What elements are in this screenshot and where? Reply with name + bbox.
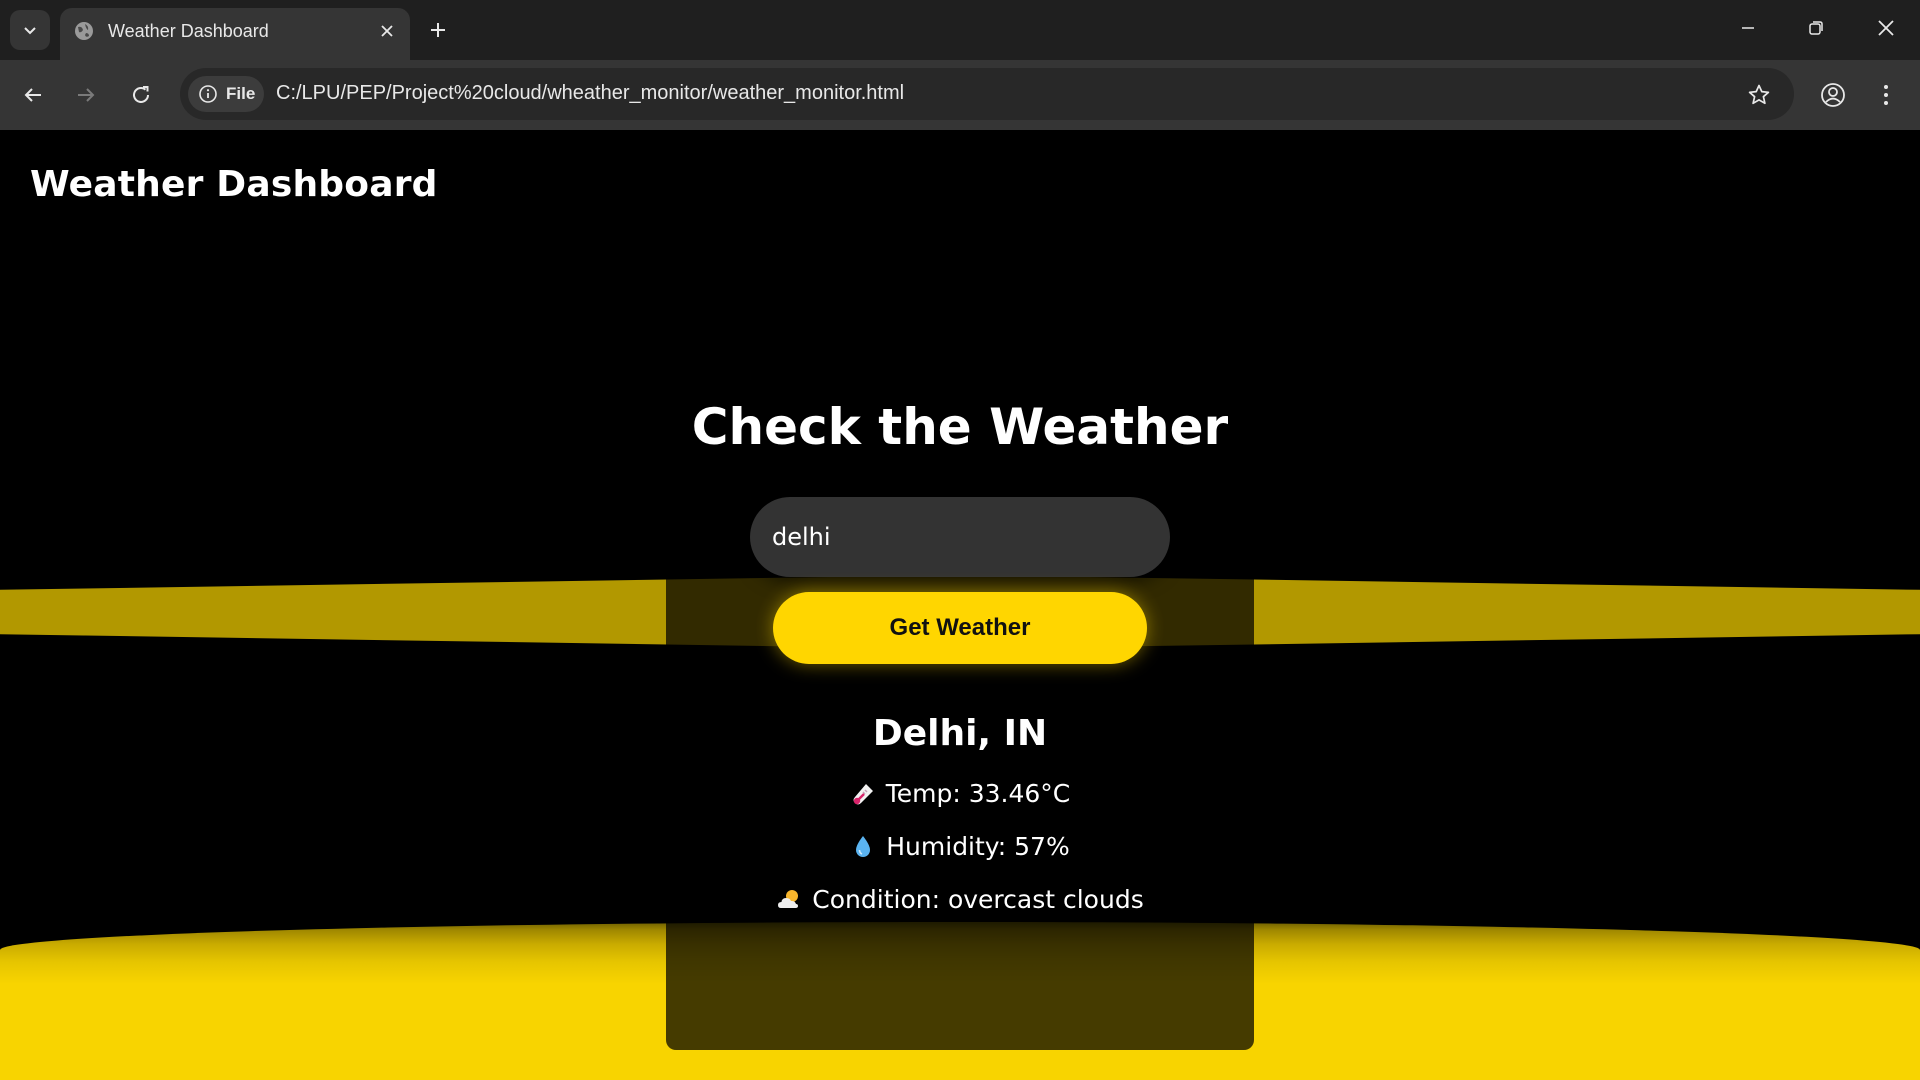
new-tab-button[interactable] <box>422 12 454 48</box>
get-weather-button[interactable]: Get Weather <box>773 592 1147 664</box>
restore-button[interactable] <box>1788 6 1844 50</box>
humidity-text: Humidity: 57% <box>886 832 1070 861</box>
page-heading: Check the Weather <box>691 398 1229 456</box>
site-chip-label: File <box>226 84 256 103</box>
condition-text: Condition: overcast clouds <box>812 885 1144 914</box>
address-bar[interactable]: File C:/LPU/PEP/Project%20cloud/wheather… <box>180 68 1794 120</box>
more-vertical-icon <box>1884 85 1888 105</box>
close-icon <box>381 25 393 37</box>
thermometer-icon <box>853 783 873 804</box>
browser-tab[interactable]: Weather Dashboard <box>60 8 410 60</box>
arrow-left-icon <box>24 88 41 102</box>
chevron-down-icon <box>24 27 36 35</box>
humidity-row: Humidity: 57% <box>0 832 1920 861</box>
browser-tab-bar: Weather Dashboard <box>0 0 1920 60</box>
city-search-input[interactable] <box>750 497 1170 577</box>
minimize-button[interactable] <box>1720 6 1776 50</box>
restore-icon <box>1809 21 1823 35</box>
url-text[interactable]: C:/LPU/PEP/Project%20cloud/wheather_moni… <box>276 82 904 105</box>
temperature-row: Temp: 33.46°C <box>0 779 1920 808</box>
minimize-icon <box>1742 27 1754 29</box>
profile-icon <box>1821 83 1845 107</box>
page-viewport: Weather Dashboard Check the Weather Get … <box>0 130 1920 1080</box>
close-icon <box>1878 20 1894 36</box>
plus-icon <box>431 23 445 37</box>
menu-button[interactable] <box>1868 77 1904 113</box>
globe-icon <box>75 22 93 40</box>
forward-button[interactable] <box>68 77 104 113</box>
cloud-sun-icon <box>778 889 799 908</box>
info-icon <box>199 85 217 103</box>
site-title: Weather Dashboard <box>30 164 438 205</box>
result-location: Delhi, IN <box>872 713 1048 754</box>
bookmark-button[interactable] <box>1744 80 1774 110</box>
close-window-button[interactable] <box>1858 6 1914 50</box>
site-info-chip[interactable]: File <box>188 76 264 112</box>
profile-button[interactable] <box>1815 77 1851 113</box>
temperature-text: Temp: 33.46°C <box>885 779 1071 808</box>
tab-title: Weather Dashboard <box>108 21 269 41</box>
reload-button[interactable] <box>123 77 159 113</box>
droplet-icon <box>856 835 871 857</box>
star-icon <box>1748 84 1770 105</box>
browser-toolbar: File C:/LPU/PEP/Project%20cloud/wheather… <box>0 60 1920 130</box>
tab-close-button[interactable] <box>374 18 400 44</box>
tab-search-button[interactable] <box>10 10 50 50</box>
condition-row: Condition: overcast clouds <box>0 885 1920 914</box>
reload-icon <box>133 86 149 103</box>
arrow-right-icon <box>78 88 95 102</box>
back-button[interactable] <box>15 77 51 113</box>
